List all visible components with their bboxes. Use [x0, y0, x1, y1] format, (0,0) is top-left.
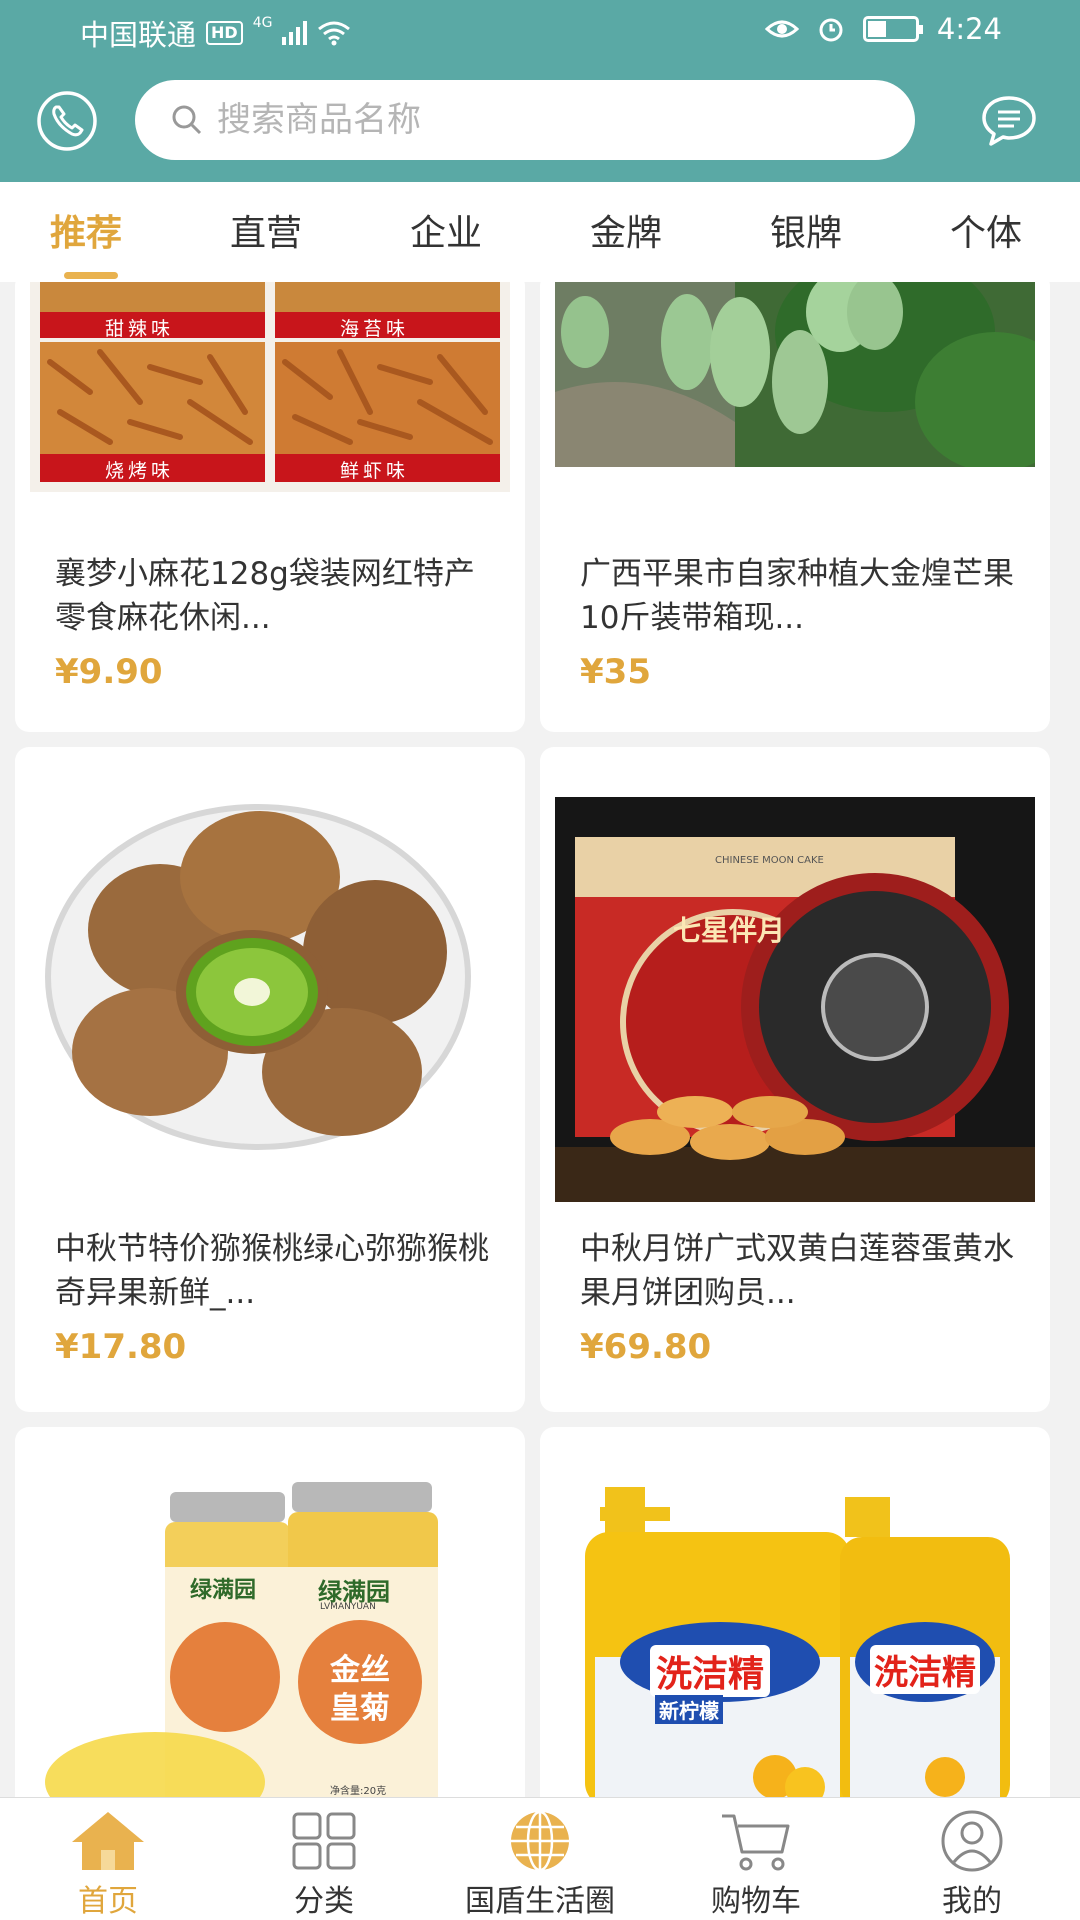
globe-icon: [511, 1810, 569, 1872]
cart-icon: [722, 1814, 790, 1871]
tab-gold[interactable]: 金牌: [590, 204, 662, 256]
eye-icon: [764, 20, 799, 38]
signal-icon: [282, 21, 308, 45]
profile-icon: [941, 1810, 1003, 1872]
tab-direct[interactable]: 直营: [230, 204, 302, 256]
nav-label: 首页: [78, 1884, 138, 1919]
nav-label: 我的: [942, 1884, 1002, 1919]
net-weight-label: 净含量:20克: [330, 1786, 387, 1797]
brand-label: 绿满园: [190, 1578, 257, 1603]
product-price: ¥35: [580, 652, 651, 692]
nav-label: 分类: [294, 1884, 354, 1919]
bottom-nav: 首页 分类 国盾生活圈 购物车 我的: [0, 1797, 1080, 1920]
product-image: 七星伴月 CHINESE MOON CAKE: [555, 797, 1035, 1202]
alarm-icon: [819, 18, 843, 42]
phone-icon[interactable]: [36, 90, 98, 152]
search-bar[interactable]: [135, 80, 915, 160]
network-label: 4G: [252, 15, 273, 31]
flavor-label: 海苔味: [340, 318, 410, 340]
flavor-label: 甜辣味: [105, 318, 175, 340]
product-name-label: 洗洁精: [650, 1645, 771, 1697]
product-card[interactable]: 绿满园 绿满园 LVMANYUAN 金丝皇菊 净含量:20克: [15, 1427, 525, 1797]
tab-individual[interactable]: 个体: [950, 204, 1022, 256]
flavor-label: 烧烤味: [105, 460, 175, 482]
product-title: 中秋节特价猕猴桃绿心弥猕猴桃奇异果新鲜_...: [55, 1231, 489, 1311]
app-header: 中国联通 HD 4G 4:24: [0, 0, 1080, 182]
carrier-label: 中国联通: [80, 18, 197, 52]
hd-badge: HD: [206, 21, 243, 45]
nav-label: 国盾生活圈: [465, 1884, 615, 1919]
product-image: 甜辣味 海苔味 烧烤味 鲜虾味: [30, 282, 510, 492]
product-title: 广西平果市自家种植大金煌芒果10斤装带箱现...: [580, 556, 1014, 636]
product-name-label: 金丝皇菊: [330, 1653, 390, 1726]
status-bar: 中国联通 HD 4G 4:24: [0, 0, 1080, 62]
wifi-icon: [318, 21, 351, 46]
search-icon: [172, 105, 202, 135]
product-price: ¥69.80: [580, 1327, 712, 1367]
product-image: [555, 282, 1035, 467]
product-price: ¥9.90: [55, 652, 163, 692]
category-tabs: 推荐 直营 企业 金牌 银牌 个体: [0, 182, 1080, 282]
product-title: 襄梦小麻花128g袋装网红特产零食麻花休闲...: [55, 556, 475, 636]
nav-category[interactable]: 分类: [224, 1808, 424, 1920]
product-card[interactable]: 甜辣味 海苔味 烧烤味 鲜虾味 襄梦小麻花128g袋装网红特产零食麻花休闲...…: [15, 282, 525, 732]
brand-subtitle: LVMANYUAN: [320, 1602, 376, 1612]
category-icon: [292, 1812, 356, 1870]
product-title: 中秋月饼广式双黄白莲蓉蛋黄水果月饼团购员...: [580, 1231, 1014, 1311]
product-card[interactable]: 七星伴月 CHINESE MOON CAKE 中秋月饼广式双黄白莲蓉蛋黄水果月饼…: [540, 747, 1050, 1412]
product-grid: 甜辣味 海苔味 烧烤味 鲜虾味 襄梦小麻花128g袋装网红特产零食麻花休闲...…: [0, 282, 1080, 1797]
tab-recommend[interactable]: 推荐: [50, 204, 122, 256]
tab-enterprise[interactable]: 企业: [410, 204, 482, 256]
product-card[interactable]: 洗洁精 洗洁精 新柠檬: [540, 1427, 1050, 1797]
message-icon[interactable]: [978, 90, 1040, 152]
brand-subtitle: CHINESE MOON CAKE: [715, 855, 824, 866]
product-name-label: 洗洁精: [870, 1645, 980, 1694]
nav-profile[interactable]: 我的: [872, 1808, 1072, 1920]
variant-label: 新柠檬: [655, 1695, 723, 1724]
search-input[interactable]: [217, 100, 817, 140]
product-image: [30, 782, 510, 1167]
battery-icon: [862, 16, 923, 42]
nav-home[interactable]: 首页: [8, 1808, 208, 1920]
nav-label: 购物车: [711, 1884, 801, 1919]
product-image: 洗洁精 洗洁精 新柠檬: [555, 1487, 1035, 1797]
product-card[interactable]: 中秋节特价猕猴桃绿心弥猕猴桃奇异果新鲜_... ¥17.80: [15, 747, 525, 1412]
brand-label: 七星伴月: [673, 914, 786, 947]
nav-life-circle[interactable]: 国盾生活圈: [440, 1808, 640, 1920]
active-tab-indicator: [64, 272, 118, 279]
flavor-label: 鲜虾味: [340, 460, 410, 482]
tab-silver[interactable]: 银牌: [770, 204, 842, 256]
product-card[interactable]: 广西平果市自家种植大金煌芒果10斤装带箱现... ¥35: [540, 282, 1050, 732]
product-image: 绿满园 绿满园 LVMANYUAN 金丝皇菊 净含量:20克: [30, 1482, 510, 1797]
clock: 4:24: [936, 12, 1002, 46]
nav-cart[interactable]: 购物车: [656, 1808, 856, 1920]
product-price: ¥17.80: [55, 1327, 187, 1367]
home-icon: [72, 1812, 144, 1870]
